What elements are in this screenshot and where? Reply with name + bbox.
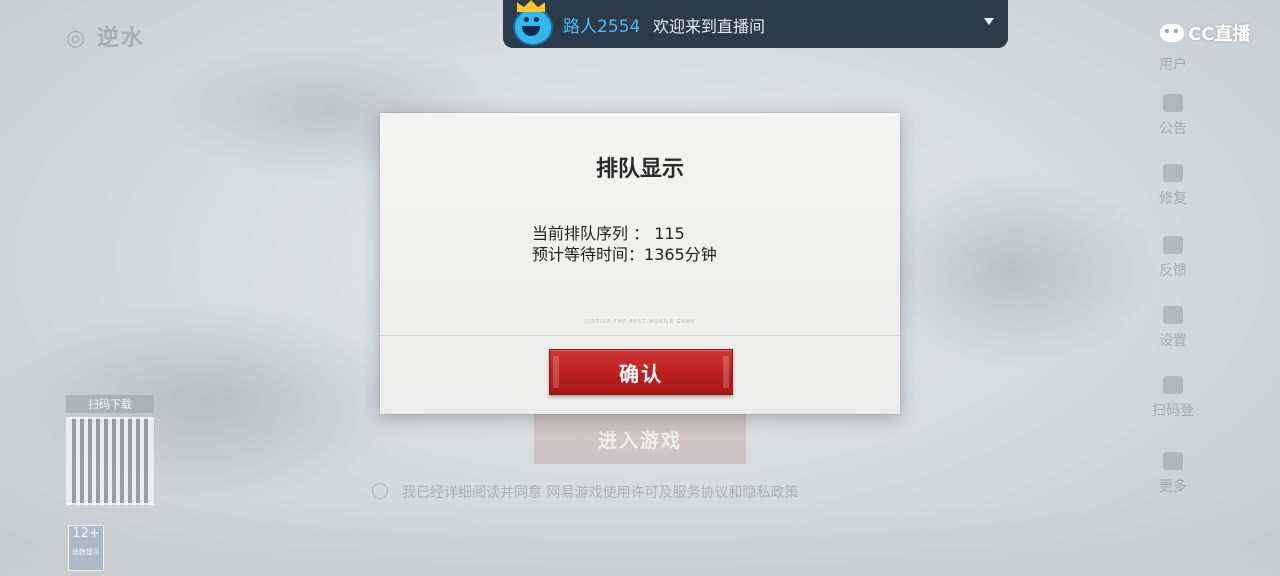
side-item-feedback[interactable]: 反馈 [1148, 236, 1198, 280]
wait-time-label: 预计等待时间： [532, 245, 645, 264]
agreement-row[interactable]: 我已经详细阅读并同意 网易游戏使用许可及服务协议和隐私政策 [372, 482, 912, 502]
qr-label: 扫码下载 [66, 395, 154, 413]
age-rating-badge: 12+ 适龄提示 [68, 525, 104, 571]
user-avatar-icon[interactable] [507, 0, 555, 48]
qr-code-icon [66, 417, 154, 505]
side-item-settings[interactable]: 设置 [1148, 306, 1198, 350]
repair-icon [1163, 164, 1183, 182]
background-haze [0, 300, 420, 500]
side-item-user[interactable]: 用户 [1148, 54, 1198, 74]
queue-position-row: 当前排队序列 ： 115 [532, 223, 717, 244]
confirm-button[interactable]: 确认 [549, 349, 733, 395]
side-item-scan-login[interactable]: 扫码登 [1148, 376, 1198, 420]
cc-live-logo: CC直播 [1160, 20, 1250, 46]
chevron-down-icon[interactable] [984, 18, 994, 25]
queue-position-value: 115 [654, 224, 685, 243]
cloud-icon [1160, 24, 1184, 42]
game-logo: ◎ 逆水 [66, 26, 145, 51]
cc-live-logo-text: CC直播 [1188, 24, 1251, 45]
queue-info: 当前排队序列 ： 115 预计等待时间：1365分钟 [532, 223, 717, 265]
live-welcome-banner[interactable]: 路人2554 欢迎来到直播间 [503, 0, 1008, 48]
side-item-notice[interactable]: 公告 [1148, 94, 1198, 138]
side-item-more[interactable]: 更多 [1148, 452, 1198, 496]
agreement-text: 我已经详细阅读并同意 网易游戏使用许可及服务协议和隐私政策 [402, 485, 799, 501]
wait-time-value: 1365分钟 [644, 245, 717, 264]
scan-icon [1163, 376, 1183, 394]
enter-game-button[interactable]: 进入游戏 [534, 414, 746, 464]
background-haze [860, 170, 1160, 370]
dialog-caption: JUSTICE THE BEST MOBILE GAME [584, 319, 696, 325]
welcome-message: 欢迎来到直播间 [653, 17, 766, 36]
feedback-icon [1163, 236, 1183, 254]
settings-icon [1163, 306, 1183, 324]
background-bottom-fade [0, 506, 1280, 576]
agreement-checkbox[interactable] [372, 483, 388, 499]
more-icon [1163, 452, 1183, 470]
queue-dialog: 排队显示 当前排队序列 ： 115 预计等待时间：1365分钟 JUSTICE … [380, 113, 900, 414]
username: 路人2554 [563, 17, 641, 37]
side-item-repair[interactable]: 修复 [1148, 164, 1198, 208]
dialog-title: 排队显示 [595, 157, 684, 182]
wait-time-row: 预计等待时间：1365分钟 [532, 244, 717, 265]
notice-icon [1163, 94, 1183, 112]
qr-download: 扫码下载 [66, 395, 154, 505]
queue-position-label: 当前排队序列 ： [532, 224, 650, 243]
dialog-divider [380, 335, 900, 336]
